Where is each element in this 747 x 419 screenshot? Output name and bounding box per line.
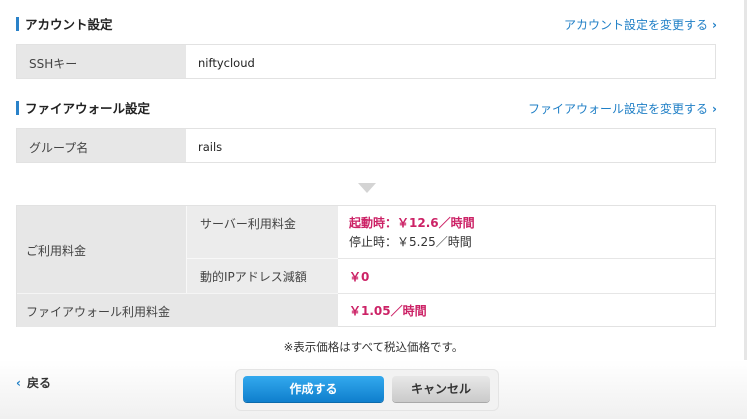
chevron-right-icon: › — [712, 102, 717, 116]
server-running-price: 起動時：￥12.6／時間 — [349, 216, 475, 230]
section-accent-bar — [16, 100, 19, 115]
section-accent-bar — [16, 16, 19, 31]
chevron-left-icon: ‹ — [16, 376, 21, 390]
tax-note: ※表示価格はすべて税込価格です。 — [283, 340, 464, 354]
create-button[interactable]: 作成する — [243, 376, 384, 402]
ssh-key-label: SSHキー — [17, 45, 186, 78]
account-section-heading: アカウント設定 — [16, 14, 113, 33]
down-triangle-icon — [358, 183, 376, 193]
usage-fee-label: ご利用料金 — [26, 244, 87, 258]
back-link-text: 戻る — [26, 376, 51, 390]
pricing-table: ご利用料金 サーバー利用料金 動的IPアドレス減額 ファイアウォール利用料金 起… — [16, 205, 716, 327]
cancel-button[interactable]: キャンセル — [392, 376, 490, 402]
firewall-group-row: グループ名 rails — [16, 128, 716, 163]
row-divider — [338, 293, 715, 294]
change-firewall-link-text: ファイアウォール設定を変更する — [528, 102, 709, 116]
firewall-fee-cell: ファイアウォール利用料金 — [17, 293, 338, 327]
account-heading-text: アカウント設定 — [25, 17, 113, 32]
server-fee-cell: サーバー利用料金 — [186, 206, 338, 258]
chevron-right-icon: › — [712, 18, 717, 32]
firewall-heading-text: ファイアウォール設定 — [25, 101, 151, 116]
ip-discount-label: 動的IPアドレス減額 — [200, 270, 307, 284]
row-divider — [338, 258, 715, 259]
group-name-label: グループ名 — [17, 129, 186, 162]
group-name-value: rails — [186, 129, 715, 162]
server-fee-label: サーバー利用料金 — [200, 217, 296, 231]
ip-discount-cell: 動的IPアドレス減額 — [186, 258, 338, 293]
firewall-section-heading: ファイアウォール設定 — [16, 98, 150, 117]
action-button-group: 作成する キャンセル — [235, 369, 499, 411]
server-stopped-price: 停止時：￥5.25／時間 — [349, 235, 472, 249]
change-firewall-link[interactable]: ファイアウォール設定を変更する › — [528, 100, 717, 117]
firewall-fee-label: ファイアウォール利用料金 — [26, 305, 171, 319]
firewall-fee-value: ￥1.05／時間 — [349, 304, 427, 318]
back-link[interactable]: ‹ 戻る — [16, 374, 51, 391]
change-account-link-text: アカウント設定を変更する — [564, 18, 709, 32]
ssh-key-value: niftycloud — [186, 45, 715, 78]
ip-discount-value: ￥0 — [349, 270, 370, 284]
ssh-key-row: SSHキー niftycloud — [16, 44, 716, 79]
change-account-link[interactable]: アカウント設定を変更する › — [564, 16, 717, 33]
